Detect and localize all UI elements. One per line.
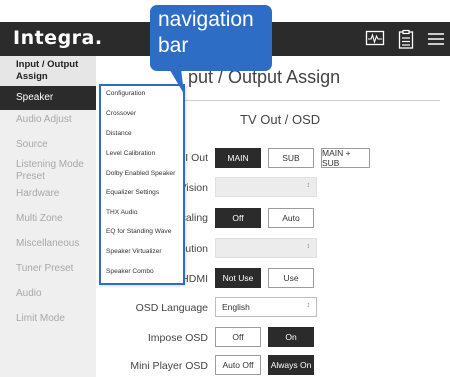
sidebar-item-tuner-preset[interactable]: Tuner Preset: [0, 263, 96, 275]
sidebar-header-input-output-assign[interactable]: Input / Output Assign: [0, 56, 96, 86]
mini-player-osd-auto-off-button[interactable]: Auto Off: [215, 355, 261, 375]
osd-language-label: OSD Language: [135, 302, 208, 314]
callout-line-1: navigation: [158, 8, 254, 31]
menu-item-configuration[interactable]: Configuration: [106, 90, 145, 97]
hdmi-use-button[interactable]: Use: [268, 268, 314, 288]
menu-item-crossover[interactable]: Crossover: [106, 110, 136, 117]
up-down-arrow-icon: ↕: [306, 182, 311, 189]
sidebar-item-miscellaneous[interactable]: Miscellaneous: [0, 238, 96, 250]
hdmi-out-main-sub-button[interactable]: MAIN + SUB: [321, 148, 370, 168]
up-down-arrow-icon: ↕: [306, 243, 311, 250]
section-title: TV Out / OSD: [240, 112, 321, 127]
callout-line-2: bar: [158, 34, 189, 57]
osd-language-value: English: [222, 302, 250, 312]
sidebar-item-audio-adjust[interactable]: Audio Adjust: [0, 114, 96, 126]
resolution-label: lution: [182, 243, 208, 255]
menu-item-eq-for-standing-wave[interactable]: EQ for Standing Wave: [106, 228, 171, 235]
navigation-bar-callout: navigation bar: [150, 5, 272, 71]
sidebar-item-hardware[interactable]: Hardware: [0, 188, 96, 200]
hamburger-menu-icon[interactable]: [426, 29, 446, 49]
brand-logo: Integra.: [13, 27, 103, 49]
menu-item-distance[interactable]: Distance: [106, 130, 132, 137]
menu-item-speaker-virtualizer[interactable]: Speaker Virtualizer: [106, 248, 162, 255]
sidebar-item-limit-mode[interactable]: Limit Mode: [0, 313, 96, 325]
clipboard-icon[interactable]: [396, 29, 416, 49]
monitor-wave-icon[interactable]: [365, 29, 385, 49]
impose-osd-off-button[interactable]: Off: [215, 327, 261, 347]
menu-item-thx-audio[interactable]: THX Audio: [106, 209, 138, 216]
resolution-select[interactable]: ↕: [215, 238, 317, 258]
speaker-submenu-dropdown: Configuration Crossover Distance Level C…: [99, 84, 185, 285]
sidebar-item-multi-zone[interactable]: Multi Zone: [0, 213, 96, 225]
mini-player-osd-always-on-button[interactable]: Always On: [268, 355, 314, 375]
sidebar-item-listening-mode-preset[interactable]: Listening Mode Preset: [0, 159, 88, 183]
menu-item-dolby-enabled-speaker[interactable]: Dolby Enabled Speaker: [106, 170, 175, 177]
mini-player-osd-label: Mini Player OSD: [130, 360, 208, 372]
sidebar-item-speaker[interactable]: Speaker: [0, 86, 96, 110]
hdmi-label: HDMI: [181, 273, 208, 285]
menu-item-speaker-combo[interactable]: Speaker Combo: [106, 268, 154, 275]
menu-item-equalizer-settings[interactable]: Equalizer Settings: [106, 189, 159, 196]
sidebar-item-source[interactable]: Source: [0, 139, 96, 151]
scaling-off-button[interactable]: Off: [215, 208, 261, 228]
hdmi-not-use-button[interactable]: Not Use: [215, 268, 261, 288]
impose-osd-on-button[interactable]: On: [268, 327, 314, 347]
vision-select[interactable]: ↕: [215, 177, 317, 197]
menu-item-level-calibration[interactable]: Level Calibration: [106, 150, 155, 157]
hdmi-out-sub-button[interactable]: SUB: [268, 148, 314, 168]
hdmi-out-main-button[interactable]: MAIN: [215, 148, 261, 168]
scaling-auto-button[interactable]: Auto: [268, 208, 314, 228]
impose-osd-label: Impose OSD: [147, 332, 208, 344]
sidebar-item-audio[interactable]: Audio: [0, 288, 96, 300]
up-down-arrow-icon: ↕: [306, 302, 311, 309]
osd-language-select[interactable]: English ↕: [215, 297, 317, 317]
sidebar: Input / Output Assign Speaker Audio Adju…: [0, 56, 96, 377]
